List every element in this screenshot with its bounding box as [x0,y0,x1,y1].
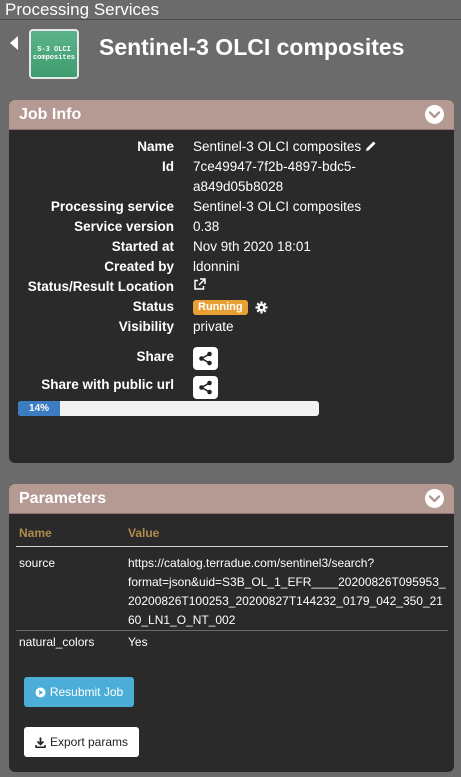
header-divider [16,546,448,547]
parameters-header[interactable]: Parameters [9,484,454,514]
label-id: Id [162,159,174,174]
column-header-value: Value [128,526,160,540]
back-arrow-icon[interactable] [10,36,18,50]
resubmit-job-button[interactable]: Resubmit Job [24,677,134,707]
external-link-icon[interactable] [193,278,206,291]
chevron-down-icon[interactable] [425,489,444,508]
resubmit-label: Resubmit Job [49,685,124,699]
job-info-header[interactable]: Job Info [9,100,454,130]
play-circle-icon [35,687,46,697]
job-name-value: Sentinel-3 OLCI composites [193,139,362,154]
share-public-url-button[interactable] [193,376,218,399]
value-id-cont: a849d05b8028 [193,179,284,194]
param-name-source: source [19,556,56,570]
download-icon [35,737,46,748]
thumbnail-line2: composites [32,54,75,62]
job-info-title: Job Info [19,106,82,123]
pencil-icon[interactable] [365,140,377,152]
share-icon [199,351,212,366]
param-value-natural-colors: Yes [128,635,148,649]
param-value-line: 20200826T100253_20200827T144232_0179_042… [128,594,443,608]
export-label: Export params [49,735,129,749]
param-name-natural-colors: natural_colors [19,635,95,649]
value-created-by: ldonnini [193,259,240,274]
job-info-panel: Job Info Name Sentinel-3 OLCI composites… [9,100,454,463]
label-visibility: Visibility [118,319,174,334]
param-value-line: format=json&uid=S3B_OL_1_EFR____20200826… [128,575,446,589]
label-status-location: Status/Result Location [27,279,174,294]
page-title: Sentinel-3 OLCI composites [99,34,405,60]
value-name: Sentinel-3 OLCI composites [193,138,377,156]
job-progress-bar: 14% [18,401,319,416]
label-started-at: Started at [111,239,174,254]
service-thumbnail: S-3 OLCI composites [29,29,79,79]
label-created-by: Created by [104,259,174,274]
value-visibility: private [193,319,234,334]
gear-icon[interactable] [255,301,268,314]
status-badge: Running [193,299,248,315]
value-status-location [193,278,206,296]
label-share: Share [136,349,174,364]
job-header: S-3 OLCI composites Sentinel-3 OLCI comp… [0,22,461,84]
label-share-public: Share with public url [41,377,174,392]
parameters-panel: Parameters Name Value source https://cat… [9,484,454,772]
label-service-version: Service version [74,219,174,234]
label-processing-service: Processing service [50,199,174,214]
param-value-line: 60_LN1_O_NT_002 [128,613,236,627]
thumbnail-line1: S-3 OLCI [37,46,71,54]
label-name: Name [137,139,174,154]
label-status: Status [132,299,174,314]
share-button[interactable] [193,347,218,370]
column-header-name: Name [19,526,52,540]
value-started-at: Nov 9th 2020 18:01 [193,239,311,254]
export-params-button[interactable]: Export params [24,727,139,757]
value-status: Running [193,298,268,316]
share-icon [199,380,212,395]
value-service-version: 0.38 [193,219,220,234]
chevron-down-icon[interactable] [425,105,444,124]
app-title: Processing Services [0,0,461,20]
value-processing-service: Sentinel-3 OLCI composites [193,199,362,214]
progress-fill: 14% [18,401,61,416]
value-id: 7ce49947-7f2b-4897-bdc5- [193,159,356,174]
param-value-source: https://catalog.terradue.com/sentinel3/s… [128,554,446,630]
param-value-line: https://catalog.terradue.com/sentinel3/s… [128,556,375,570]
row-divider [16,630,448,631]
parameters-title: Parameters [19,490,107,507]
